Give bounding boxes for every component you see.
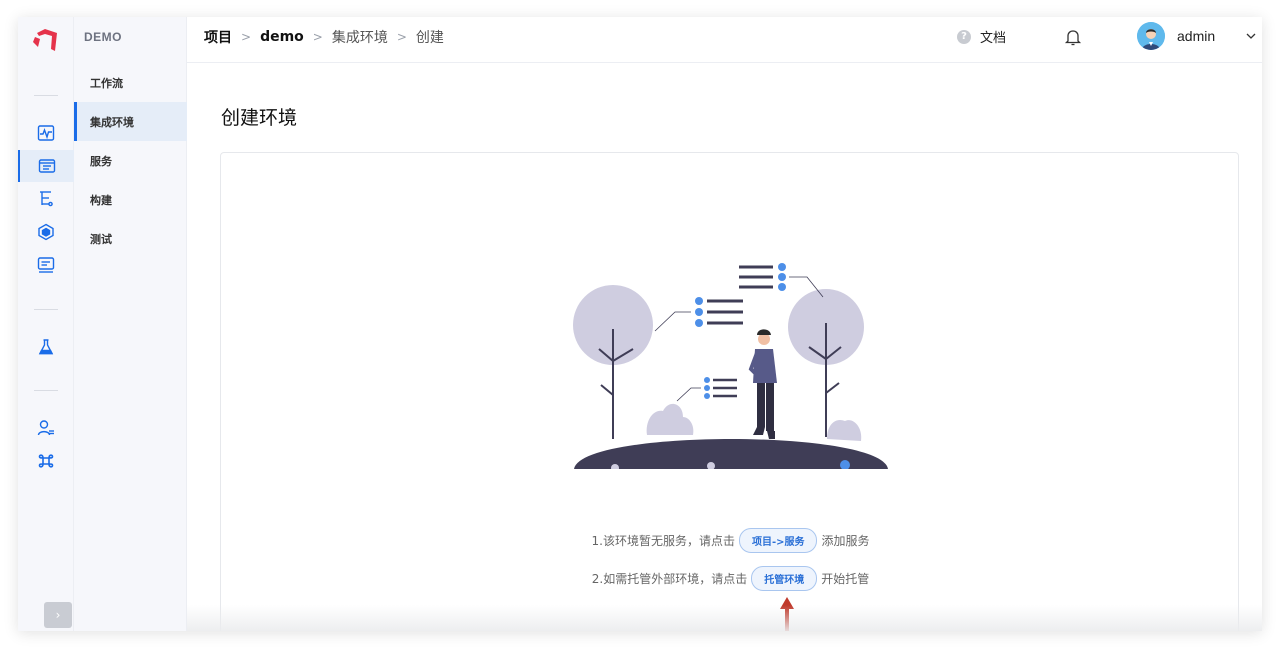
project-name: DEMO	[84, 30, 122, 44]
project-services-button[interactable]: 项目->服务	[738, 528, 818, 553]
menu-item-label: 构建	[90, 193, 112, 207]
menu-item-workflow[interactable]: 工作流	[74, 63, 187, 102]
bottom-fade	[187, 605, 1262, 631]
breadcrumb-separator: >	[312, 30, 323, 44]
bell-icon[interactable]	[1064, 28, 1082, 46]
rail-testing[interactable]	[18, 331, 74, 363]
breadcrumb: 项目 > demo > 集成环境 > 创建	[204, 27, 444, 47]
page-title: 创建环境	[221, 107, 298, 129]
rail-command[interactable]	[18, 445, 74, 477]
rail-divider	[34, 309, 58, 310]
rail-divider	[34, 95, 58, 96]
app-window: › DEMO 工作流 集成环境 服务 构建 测试 项目 > demo > 集成环…	[18, 17, 1262, 631]
user-list-icon	[37, 420, 54, 436]
logo-icon[interactable]	[27, 27, 63, 57]
tip2-suffix: 开始托管	[821, 572, 870, 586]
main-content: 创建环境 1.该环境暂无服务，请点击 项目->服务 添加服务 2.如需托管外部环…	[187, 63, 1262, 631]
docs-link[interactable]: ? 文档	[957, 27, 1006, 46]
docs-label: 文档	[980, 31, 1007, 46]
command-icon	[38, 454, 54, 468]
project-list-icon	[38, 159, 56, 173]
menu-item-environments[interactable]: 集成环境	[74, 102, 187, 141]
list-glyph-left	[654, 297, 743, 332]
breadcrumb-environments[interactable]: 集成环境	[332, 27, 388, 47]
list-glyph-small	[676, 377, 737, 402]
rail-cube[interactable]	[18, 216, 74, 248]
activity-icon	[37, 125, 55, 141]
breadcrumb-create: 创建	[415, 30, 444, 46]
breadcrumb-projects[interactable]: 项目	[204, 27, 232, 47]
rail-divider	[34, 390, 58, 391]
breadcrumb-separator: >	[241, 30, 252, 44]
user-menu[interactable]: admin	[1137, 22, 1257, 50]
tip1-suffix: 添加服务	[821, 534, 870, 548]
empty-state-illustration	[573, 263, 888, 469]
menu-item-label: 服务	[90, 154, 112, 168]
tip2-prefix: 2.如需托管外部环境，请点击	[591, 572, 748, 586]
breadcrumb-separator: >	[396, 30, 407, 44]
cube-icon	[38, 223, 54, 241]
rail-projects[interactable]	[18, 150, 74, 182]
breadcrumb-demo[interactable]: demo	[260, 29, 304, 45]
menu-item-label: 测试	[90, 232, 112, 246]
chevron-right-icon: ›	[55, 608, 61, 622]
project-menu: DEMO 工作流 集成环境 服务 构建 测试	[74, 17, 187, 631]
tip-line-1: 1.该环境暂无服务，请点击 项目->服务 添加服务	[221, 528, 1240, 553]
menu-item-builds[interactable]: 构建	[74, 180, 187, 219]
top-header: 项目 > demo > 集成环境 > 创建 ? 文档 admin	[187, 17, 1262, 63]
empty-state-card: 1.该环境暂无服务，请点击 项目->服务 添加服务 2.如需托管外部环境，请点击…	[220, 152, 1239, 631]
help-icon: ?	[957, 29, 971, 44]
host-environment-button[interactable]: 托管环境	[751, 566, 818, 591]
flask-icon	[38, 339, 54, 355]
rail-activity[interactable]	[18, 117, 74, 149]
tree-icon	[40, 191, 53, 207]
rail-board[interactable]	[18, 249, 74, 281]
board-icon	[37, 257, 55, 273]
tip1-prefix: 1.该环境暂无服务，请点击	[591, 534, 735, 548]
menu-item-label: 工作流	[90, 76, 123, 90]
rail-tree[interactable]	[18, 183, 74, 215]
tip-line-2: 2.如需托管外部环境，请点击 托管环境 开始托管	[221, 566, 1240, 591]
avatar	[1137, 22, 1165, 50]
menu-item-services[interactable]: 服务	[74, 141, 187, 180]
list-glyph-top	[739, 263, 824, 298]
user-name: admin	[1177, 28, 1216, 44]
menu-item-label: 集成环境	[90, 115, 134, 129]
icon-rail: ›	[18, 17, 74, 631]
menu-item-tests[interactable]: 测试	[74, 219, 187, 258]
chevron-down-icon[interactable]	[1245, 30, 1257, 42]
rail-users[interactable]	[18, 412, 74, 444]
sidebar-collapse-button[interactable]: ›	[44, 602, 72, 628]
